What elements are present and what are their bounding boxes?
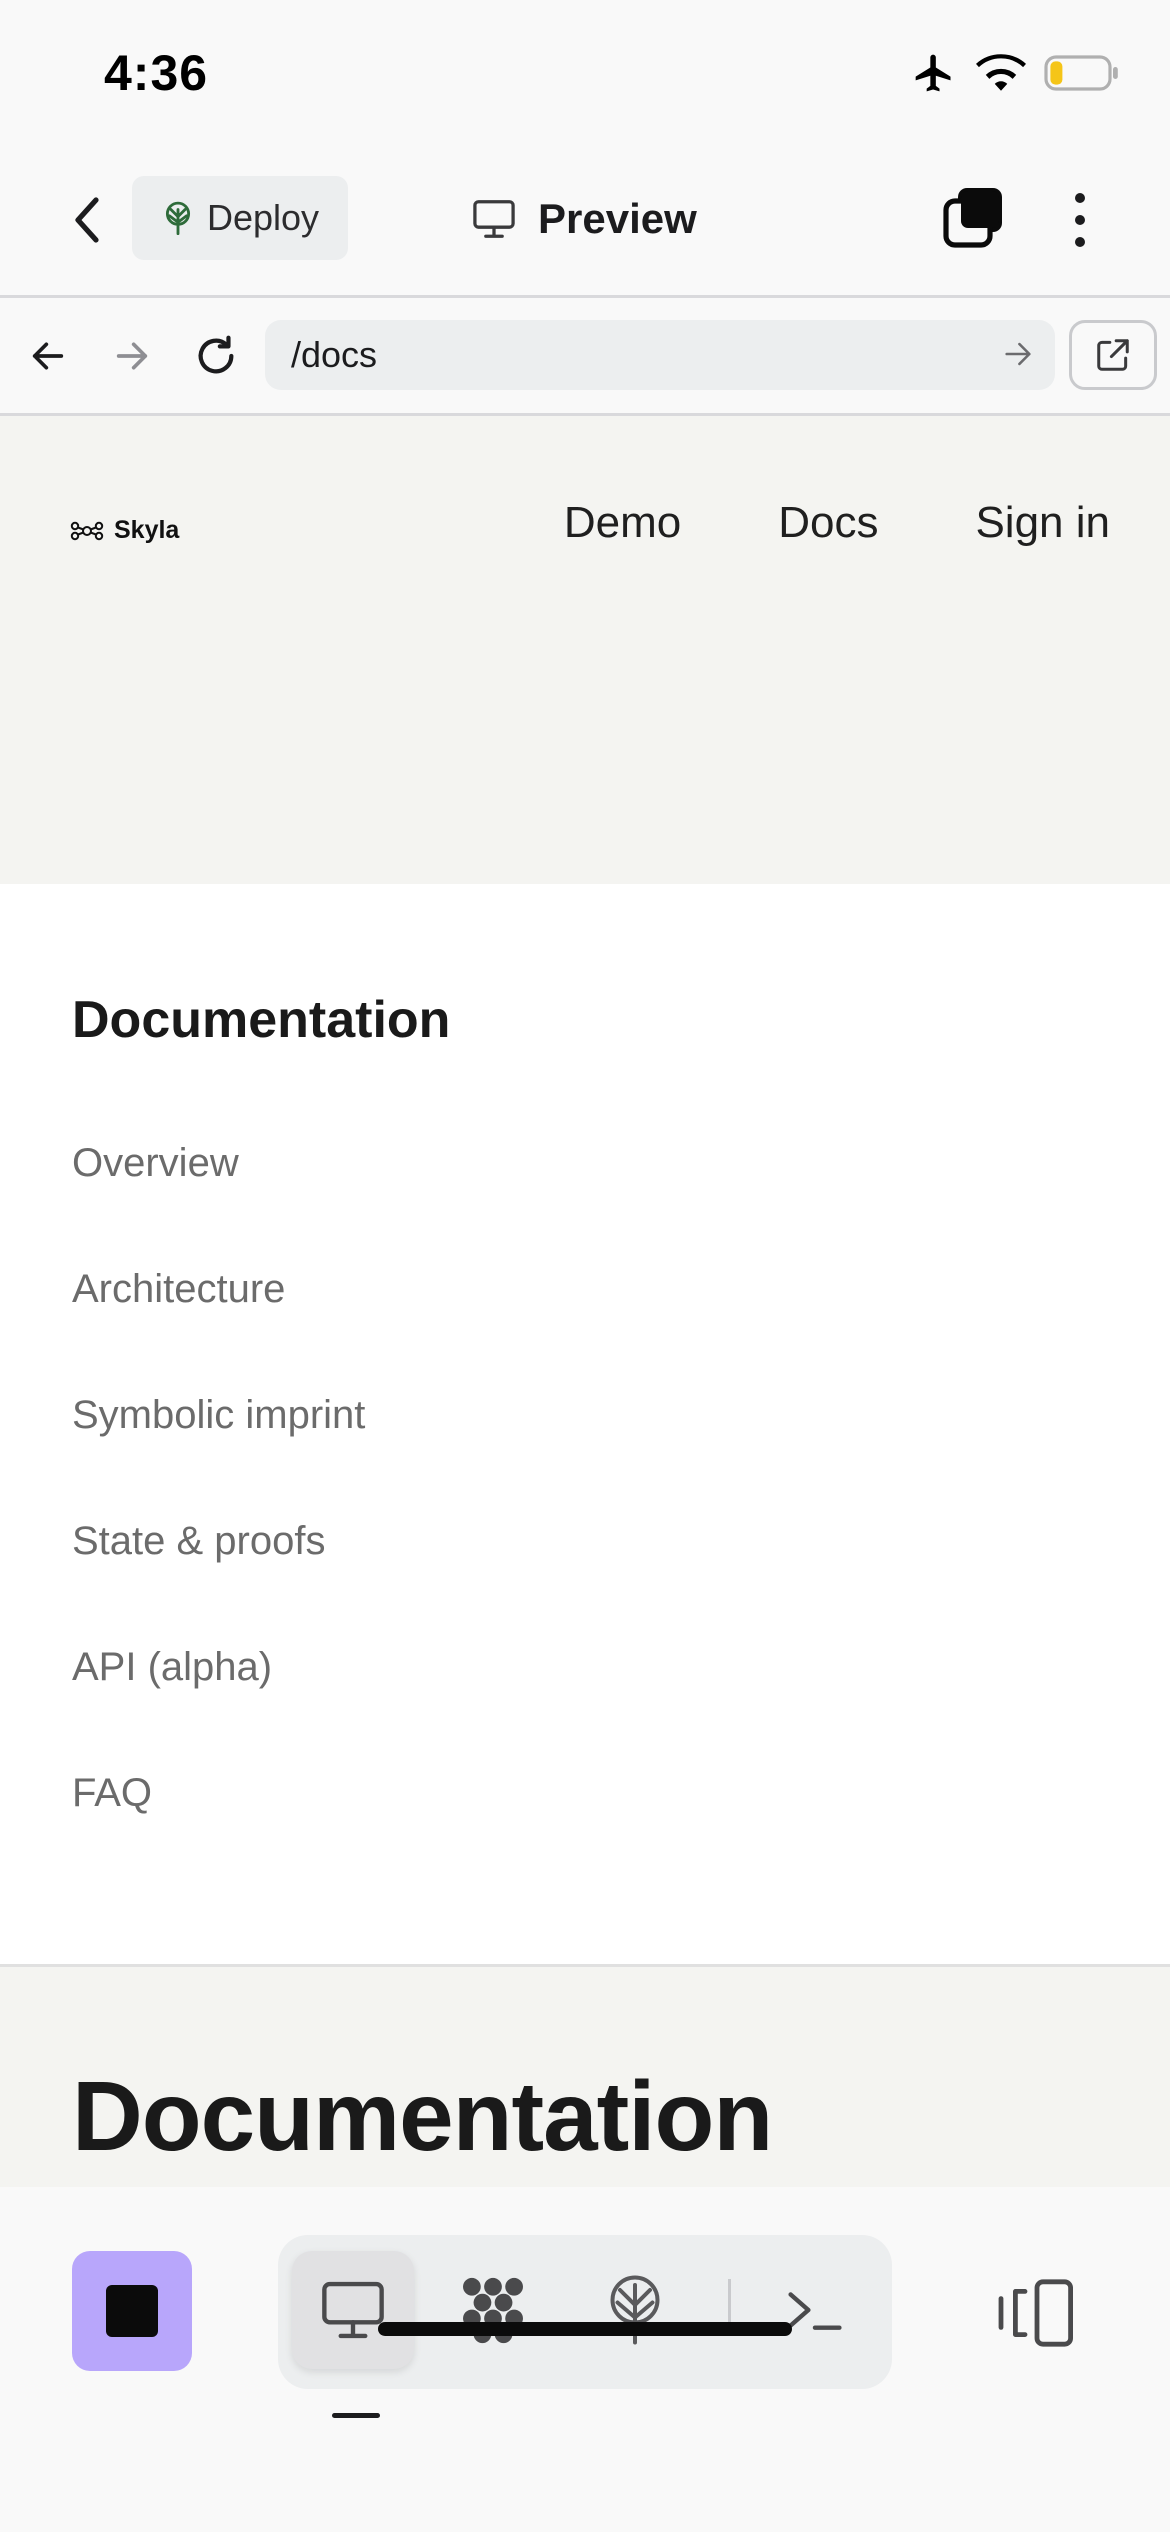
tab-molecule[interactable] — [432, 2251, 554, 2369]
status-time: 4:36 — [104, 45, 209, 101]
docs-hero: Documentation — [0, 1967, 1170, 2187]
reload-button[interactable] — [186, 326, 246, 386]
airplane-icon — [915, 54, 951, 92]
doc-link-architecture[interactable]: Architecture — [72, 1264, 365, 1390]
stop-icon — [106, 2285, 158, 2337]
hero-title: Documentation — [72, 2061, 773, 2171]
wifi-icon — [976, 54, 1026, 91]
deploy-label: Deploy — [206, 197, 320, 238]
tab-preview[interactable] — [292, 2251, 414, 2369]
nav-docs-link[interactable]: Docs — [778, 498, 878, 548]
url-text: /docs — [291, 334, 378, 375]
site-header: Skyla Demo Docs Sign in — [0, 416, 1170, 884]
tab-terminal[interactable] — [754, 2251, 876, 2369]
external-link-icon — [1097, 339, 1129, 371]
status-icons — [910, 48, 1120, 98]
stacked-squares-icon — [943, 188, 1002, 248]
browser-back-button[interactable] — [18, 326, 78, 386]
arrow-left-icon — [32, 342, 64, 370]
battery-icon — [1044, 55, 1118, 91]
doc-link-symbolic-imprint[interactable]: Symbolic imprint — [72, 1390, 365, 1516]
back-button[interactable] — [62, 190, 112, 250]
reload-icon — [198, 335, 234, 374]
deploy-button[interactable]: Deploy — [132, 176, 348, 260]
chevron-left-icon — [75, 197, 99, 243]
nav-demo-link[interactable]: Demo — [564, 498, 681, 548]
status-bar: 4:36 — [0, 0, 1170, 150]
app-header: Deploy Preview — [0, 150, 1170, 298]
home-indicator[interactable] — [378, 2322, 792, 2336]
browser-bar: /docs — [0, 298, 1170, 416]
docs-sidebar-heading: Documentation — [72, 991, 451, 1049]
molecule-icon — [463, 2277, 523, 2344]
more-vertical-icon — [1075, 193, 1085, 203]
active-tab-indicator — [332, 2413, 380, 2418]
preview-tab[interactable]: Preview — [472, 184, 697, 254]
arrow-right-icon — [116, 342, 148, 370]
url-field[interactable]: /docs — [265, 320, 1055, 390]
doc-link-state-proofs[interactable]: State & proofs — [72, 1516, 365, 1642]
more-options-button[interactable] — [1060, 180, 1100, 260]
open-external-button[interactable] — [1069, 320, 1157, 390]
browser-forward-button[interactable] — [102, 326, 162, 386]
monitor-icon — [322, 2281, 384, 2339]
monitor-icon — [473, 200, 515, 238]
doc-link-api[interactable]: API (alpha) — [72, 1642, 365, 1768]
doc-link-overview[interactable]: Overview — [72, 1138, 365, 1264]
tree-icon — [165, 201, 191, 235]
site-nav: Demo Docs Sign in — [564, 498, 1110, 548]
logo-text: Skyla — [114, 516, 180, 544]
nav-sign-in-link[interactable]: Sign in — [975, 498, 1110, 548]
site-logo[interactable]: Skyla — [68, 516, 179, 545]
view-switcher — [278, 2235, 892, 2389]
tabs-button[interactable] — [940, 184, 1010, 254]
doc-link-faq[interactable]: FAQ — [72, 1768, 365, 1894]
split-view-icon — [998, 2279, 1073, 2347]
skyla-logo-icon — [70, 521, 104, 540]
docs-link-list: Overview Architecture Symbolic imprint S… — [72, 1138, 365, 1894]
bottom-toolbar — [0, 2187, 1170, 2532]
terminal-icon — [788, 2292, 842, 2330]
layout-toggle-button[interactable] — [996, 2277, 1078, 2349]
tab-deploy[interactable] — [574, 2251, 696, 2369]
preview-label: Preview — [538, 195, 697, 242]
stop-button[interactable] — [72, 2251, 192, 2371]
go-arrow-icon[interactable] — [1001, 337, 1035, 371]
